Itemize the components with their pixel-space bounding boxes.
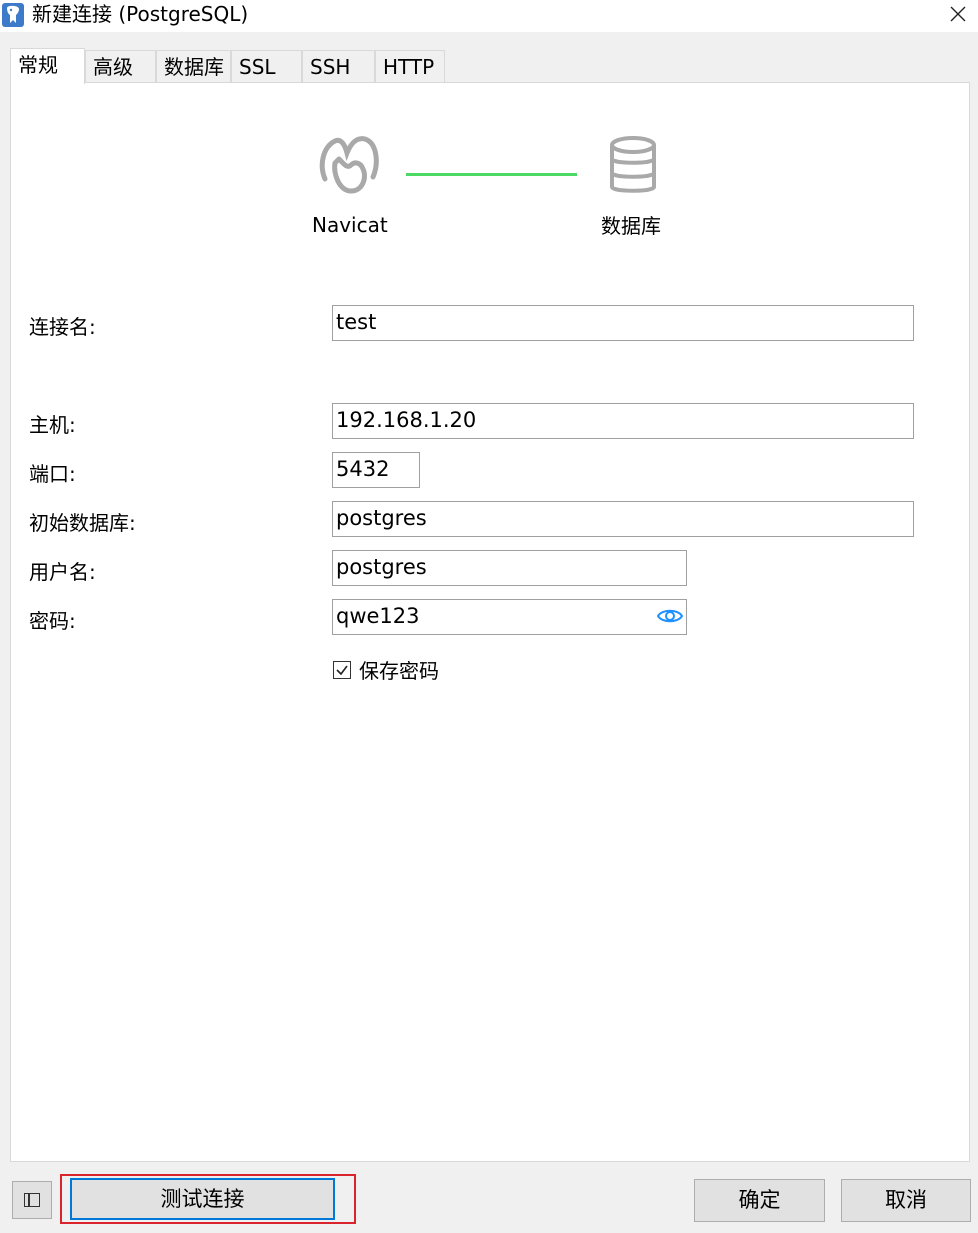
connection-name-input[interactable]: test [332,305,914,341]
save-password-checkbox[interactable] [333,661,351,679]
username-label: 用户名: [29,560,96,584]
title-bar: 新建连接 (PostgreSQL) [0,0,978,32]
port-label: 端口: [29,462,76,486]
tab-general[interactable]: 常规 [10,48,85,84]
host-label: 主机: [29,413,76,437]
initial-database-input[interactable]: postgres [332,501,914,537]
password-field: qwe123 [332,599,687,635]
tab-ssl[interactable]: SSL [231,50,302,82]
username-input[interactable]: postgres [332,550,687,586]
general-tab-panel: Navicat 数据库 连接名: test 主机: 192.168.1.20 端… [10,82,970,1162]
tab-http[interactable]: HTTP [375,50,445,82]
postgresql-elephant-icon [2,3,24,27]
password-label: 密码: [29,609,76,633]
tab-advanced[interactable]: 高级 [85,50,156,82]
sidebar-toggle-button[interactable] [12,1181,52,1219]
navicat-logo-icon [317,135,381,201]
port-input[interactable]: 5432 [332,452,420,488]
footer-bar: 测试连接 确定 取消 [0,1162,978,1233]
test-connection-button[interactable]: 测试连接 [70,1178,335,1220]
database-icon [607,136,659,202]
checkmark-icon [336,665,348,676]
close-button[interactable] [942,0,974,28]
save-password-label[interactable]: 保存密码 [359,659,439,683]
tab-ssh[interactable]: SSH [302,50,375,82]
close-icon [950,6,966,22]
initial-database-label: 初始数据库: [29,511,136,535]
connection-name-label: 连接名: [29,315,96,339]
cancel-button[interactable]: 取消 [841,1179,971,1222]
panel-toggle-icon [24,1193,40,1207]
eye-icon[interactable] [656,605,684,627]
connection-line [406,173,577,176]
navicat-label: Navicat [312,213,388,237]
ok-button[interactable]: 确定 [694,1179,825,1222]
tab-database[interactable]: 数据库 [156,50,231,82]
window-title: 新建连接 (PostgreSQL) [32,2,249,26]
password-input[interactable]: qwe123 [332,599,687,635]
host-input[interactable]: 192.168.1.20 [332,403,914,439]
database-label: 数据库 [601,214,661,238]
